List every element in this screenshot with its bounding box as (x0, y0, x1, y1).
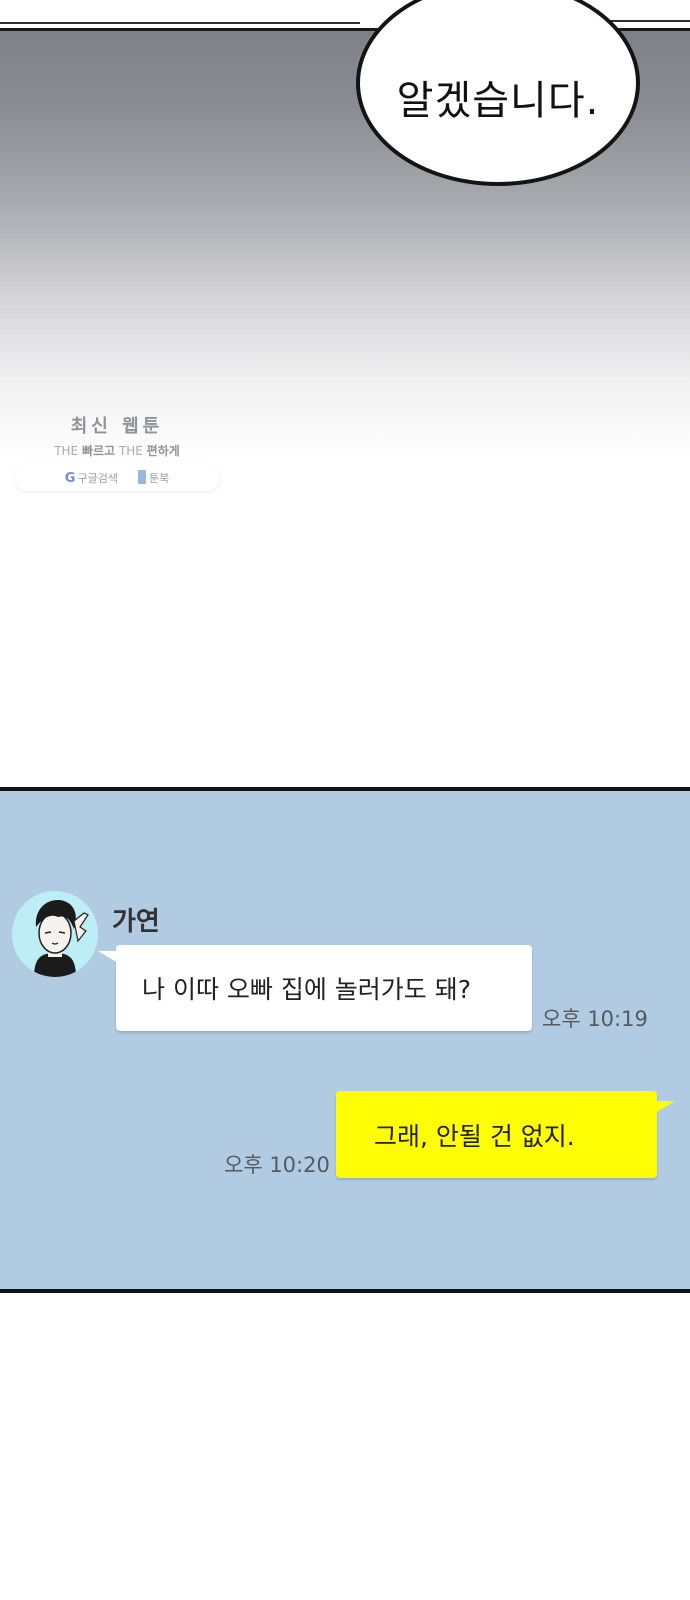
outgoing-message-text: 그래, 안될 건 없지. (374, 1121, 575, 1151)
watermark: 최신 웹툰 THE 빠르고 THE 편하게 G 구글검색 툰북 (14, 412, 220, 491)
avatar (12, 891, 98, 977)
bubble-tail (98, 951, 118, 963)
chat-panel: 가연 나 이따 오빠 집에 놀러가도 돼? 오후 10:19 그래, 안될 건 … (0, 787, 690, 1293)
speech-text: 알겠습니다. (396, 78, 600, 124)
toonbook-label: 툰북 (137, 470, 169, 486)
art-line (0, 22, 360, 24)
incoming-message-bubble: 나 이따 오빠 집에 놀러가도 돼? (98, 945, 532, 1031)
watermark-tagline: THE 빠르고 THE 편하게 (54, 444, 180, 458)
outgoing-message-time: 오후 10:20 (224, 1153, 330, 1177)
watermark-pill: G 구글검색 툰북 (14, 465, 220, 491)
incoming-message-text: 나 이따 오빠 집에 놀러가도 돼? (142, 975, 472, 1004)
book-icon (137, 470, 146, 484)
google-icon: G (64, 471, 76, 486)
character-face-icon (12, 891, 98, 977)
outgoing-message-bubble: 그래, 안될 건 없지. (336, 1091, 675, 1178)
bubble-tail (655, 1101, 675, 1113)
watermark-title: 최신 웹툰 (70, 416, 164, 437)
google-search-label: G 구글검색 (64, 471, 118, 486)
incoming-message-time: 오후 10:19 (542, 1007, 648, 1031)
art-line (600, 20, 690, 22)
sender-name: 가연 (112, 907, 160, 937)
